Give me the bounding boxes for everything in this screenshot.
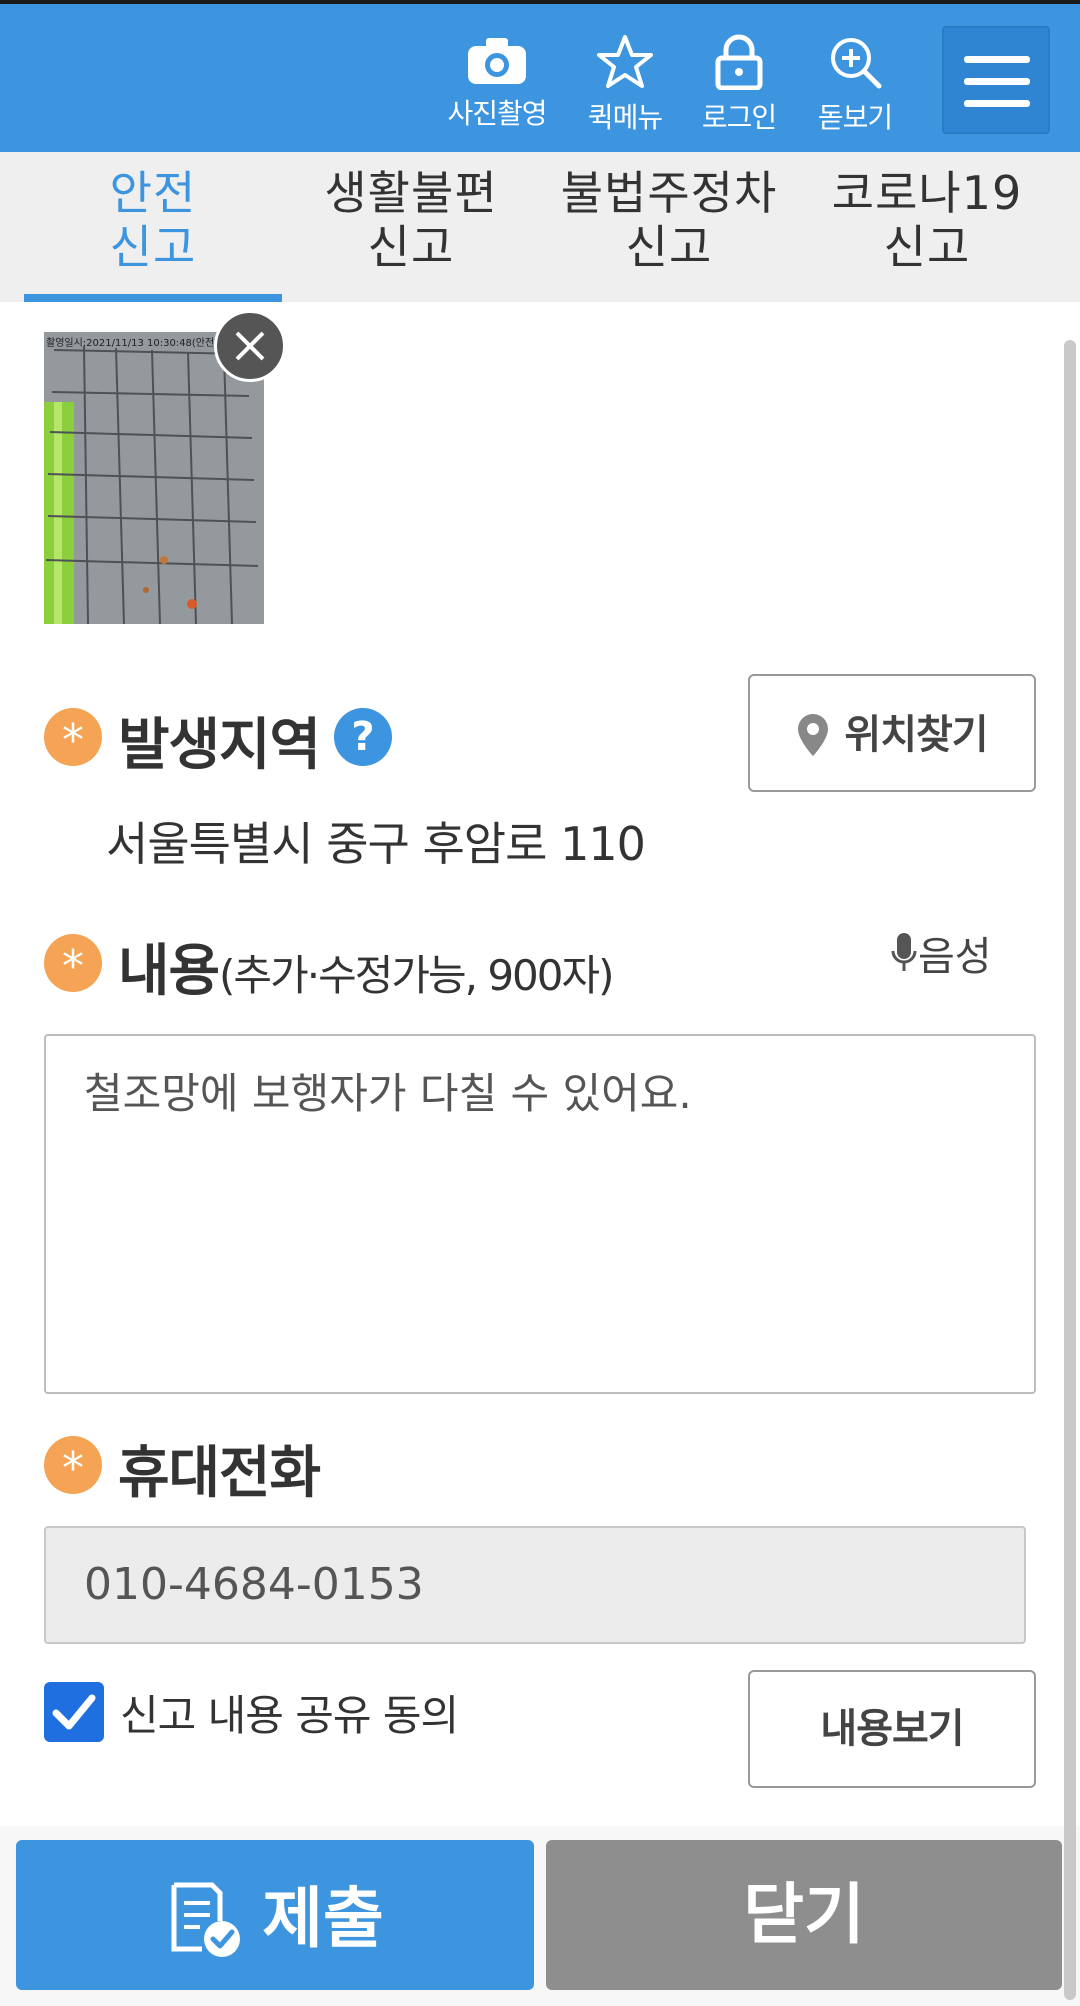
required-mark: * (44, 1436, 102, 1494)
map-pin-icon (798, 714, 829, 756)
tab-covid19-report[interactable]: 코로나19 신고 (798, 166, 1056, 302)
voice-input-label: 음성 (918, 934, 992, 980)
phone-field[interactable]: 010-4684-0153 (44, 1526, 1026, 1644)
quick-menu-label: 퀵메뉴 (587, 101, 663, 134)
report-tabs: 안전 신고 생활불편 신고 불법주정차 신고 코로나19 신고 (0, 152, 1080, 302)
content-textarea[interactable]: 철조망에 보행자가 다칠 수 있어요. (44, 1034, 1036, 1394)
camera-label: 사진촬영 (447, 97, 547, 130)
camera-button[interactable]: 사진촬영 (442, 34, 552, 144)
close-button[interactable]: 닫기 (546, 1840, 1062, 1990)
address-text: 서울특별시 중구 후암로 110 (106, 817, 646, 871)
quick-menu-button[interactable]: 퀵메뉴 (570, 34, 680, 144)
zoom-in-icon (831, 38, 882, 89)
camera-icon (468, 38, 526, 84)
help-icon[interactable]: ? (334, 708, 392, 766)
tab-inconvenience-report[interactable]: 생활불편 신고 (282, 166, 540, 302)
menu-button[interactable] (942, 26, 1050, 134)
tab-illegal-parking-report[interactable]: 불법주정차 신고 (540, 166, 798, 302)
microphone-icon (891, 933, 917, 971)
hamburger-line (964, 78, 1030, 85)
checkmark-icon (52, 1694, 96, 1730)
content-label-main: 내용 (118, 939, 220, 1004)
star-icon (597, 35, 653, 88)
login-button[interactable]: 로그인 (684, 34, 794, 144)
submit-label: 제출 (262, 1879, 384, 1957)
required-mark: * (44, 934, 102, 992)
hamburger-menu-icon (964, 56, 1030, 63)
content-sublabel: (추가·수정가능, 900자) (219, 951, 614, 1000)
remove-photo-button[interactable] (214, 310, 286, 382)
consent-label: 신고 내용 공유 동의 (120, 1691, 459, 1740)
lock-icon (715, 34, 763, 90)
scrollbar[interactable] (1064, 340, 1076, 2000)
close-icon (235, 331, 265, 361)
hamburger-line (964, 100, 1030, 107)
find-location-button[interactable]: 위치찾기 (748, 674, 1036, 792)
voice-input-button[interactable]: 음성 (890, 924, 992, 982)
consent-checkbox[interactable] (44, 1682, 104, 1742)
location-label: 발생지역 (118, 713, 321, 778)
login-label: 로그인 (701, 101, 777, 134)
find-location-label: 위치찾기 (844, 712, 988, 758)
magnifier-label: 돋보기 (817, 101, 893, 134)
phone-label: 휴대전화 (118, 1441, 321, 1506)
document-check-icon (171, 1882, 241, 1957)
tab-safety-report[interactable]: 안전 신고 (24, 166, 282, 302)
submit-button[interactable]: 제출 (16, 1840, 534, 1990)
magnifier-button[interactable]: 돋보기 (800, 34, 910, 144)
photo-timestamp: 촬영일시:2021/11/13 10:30:48(안전신문 (46, 338, 233, 349)
view-content-button[interactable]: 내용보기 (748, 1670, 1036, 1788)
required-mark: * (44, 708, 102, 766)
top-header: 사진촬영 퀵메뉴 로그인 돋보기 (0, 0, 1080, 152)
content-label: 내용(추가·수정가능, 900자) (118, 926, 615, 1007)
